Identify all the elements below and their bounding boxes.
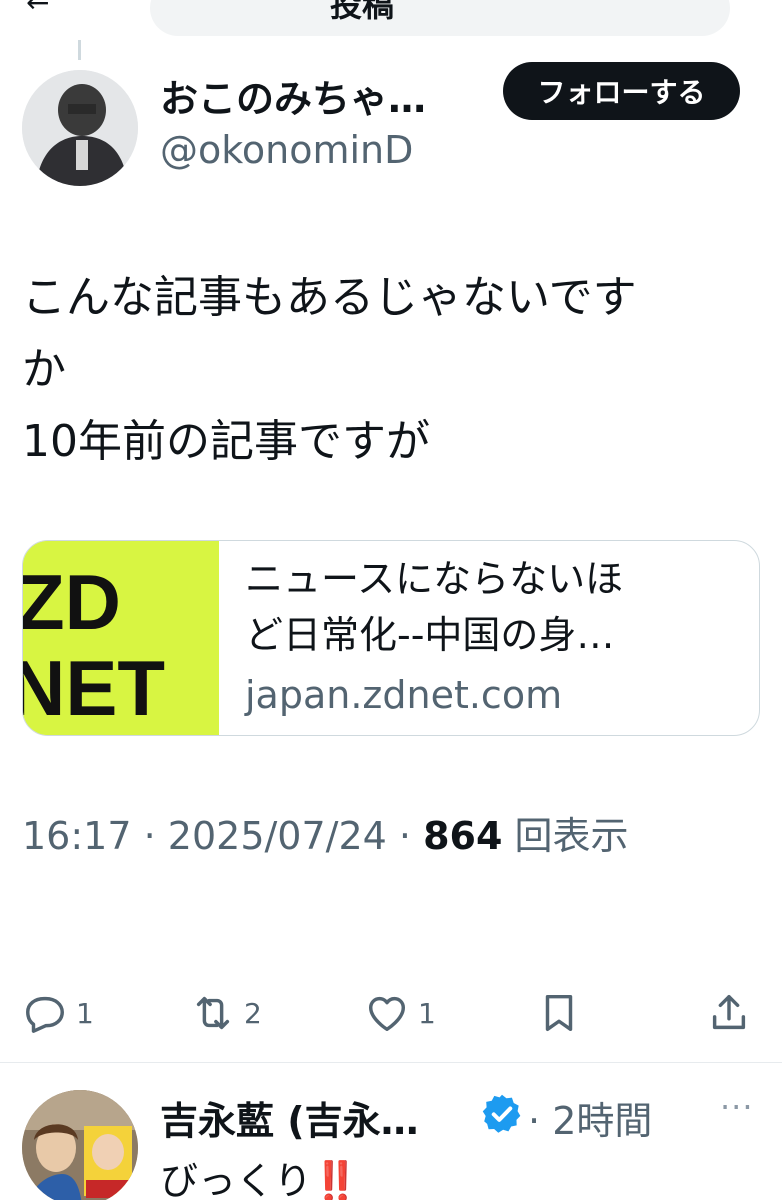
reply-icon — [26, 996, 64, 1033]
reply-timestamp[interactable]: · 2時間 — [528, 1090, 652, 1145]
card-thumbnail: ZD NET — [23, 541, 219, 735]
retweet-count: 2 — [244, 996, 262, 1030]
meta-separator: · — [143, 814, 156, 858]
tweet-text-line: こんな記事もあるじゃないです — [22, 272, 637, 323]
like-count: 1 — [418, 996, 436, 1030]
heart-icon — [368, 996, 406, 1032]
share-icon — [712, 994, 746, 1030]
views-label: 回表示 — [514, 814, 629, 858]
card-domain: japan.zdnet.com — [245, 673, 563, 717]
thread-connector-line — [78, 40, 81, 60]
tweet-time[interactable]: 16:17 — [22, 814, 132, 858]
reply-count: 1 — [76, 996, 94, 1030]
back-arrow-icon[interactable]: ← — [26, 0, 49, 19]
author-display-name[interactable]: おこのみちゃ… — [160, 68, 426, 123]
tweet-text: こんな記事もあるじゃないです か 10年前の記事ですが — [22, 262, 762, 478]
reply-author-avatar[interactable] — [22, 1090, 138, 1200]
tweet-text-line: か — [22, 344, 66, 395]
reply-time-separator: · — [528, 1099, 541, 1143]
reply-text-body: びっくり — [160, 1159, 313, 1200]
verified-badge-icon — [482, 1094, 521, 1133]
link-preview-card[interactable]: ZD NET ニュースにならないほ ど日常化--中国の身… japan.zdne… — [22, 540, 760, 736]
avatar-photo-icon — [22, 70, 138, 186]
tweet-date[interactable]: 2025/07/24 — [168, 814, 387, 858]
header-title: 投稿 — [330, 0, 395, 24]
follow-button[interactable]: フォローする — [503, 62, 740, 120]
reply-button[interactable]: 1 — [22, 985, 94, 1041]
logo-text-net: NET — [23, 644, 165, 732]
action-bar: 1 2 1 — [0, 985, 782, 1041]
tweet-text-line: 10年前の記事ですが — [22, 416, 430, 467]
retweet-icon — [196, 996, 230, 1030]
top-bar: ← 投稿 — [0, 0, 782, 40]
card-title-line: ニュースにならないほ — [245, 557, 624, 601]
double-exclamation-icon: ‼️ — [312, 1159, 360, 1200]
reply-author-name[interactable]: 吉永藍 (吉永… — [160, 1090, 419, 1145]
like-button[interactable]: 1 — [364, 985, 436, 1041]
card-title-line: ど日常化--中国の身… — [245, 613, 615, 657]
retweet-button[interactable]: 2 — [190, 985, 262, 1041]
reply-text: びっくり‼️ — [160, 1150, 359, 1200]
card-title[interactable]: ニュースにならないほ ど日常化--中国の身… — [245, 551, 745, 663]
zdnet-logo-icon: ZD NET — [23, 541, 219, 735]
reply-avatar-photo-icon — [22, 1090, 138, 1200]
views-count: 864 — [423, 814, 503, 858]
author-handle[interactable]: @okonominD — [160, 128, 413, 172]
reply-time-value: 2時間 — [552, 1099, 653, 1143]
header-pill — [150, 0, 730, 36]
share-button[interactable] — [706, 985, 752, 1041]
logo-text-zd: ZD — [23, 558, 121, 646]
divider — [0, 1062, 782, 1063]
bookmark-icon — [545, 994, 573, 1032]
tweet-meta: 16:17 · 2025/07/24 · 864 回表示 — [22, 805, 629, 860]
meta-separator: · — [398, 814, 412, 858]
more-options-icon[interactable]: ··· — [720, 1088, 754, 1126]
author-avatar[interactable] — [22, 70, 138, 186]
bookmark-button[interactable] — [536, 985, 582, 1041]
